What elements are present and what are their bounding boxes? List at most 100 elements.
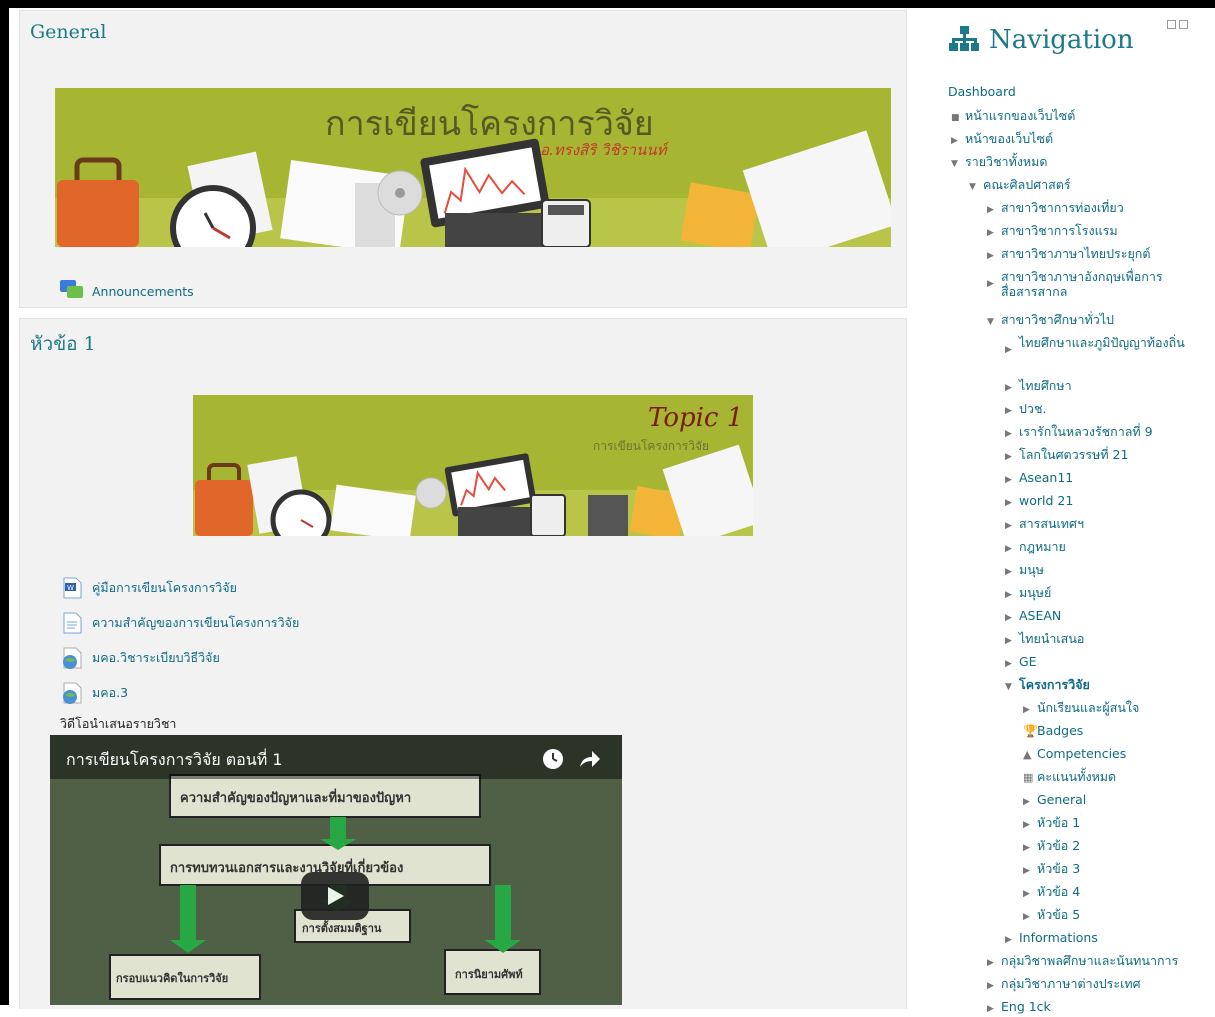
video-line-4: กรอบแนวคิดในการวิจัย	[116, 972, 229, 985]
nav-label: โลกในศตวรรษที่ 21	[1019, 447, 1129, 462]
activity-research-methodology[interactable]: มคอ.วิชาระเบียบวิธีวิจัย	[60, 646, 220, 670]
nav-label: สาขาวิชาการท่องเที่ยว	[1001, 200, 1124, 215]
window-frame-top	[0, 0, 1215, 8]
nav-course-participants[interactable]: ▶ นักเรียนและผู้สนใจ	[1023, 700, 1139, 718]
nav-label: ปวช.	[1019, 401, 1047, 416]
nav-label: ไทยศึกษาและภูมิปัญญาท้องถิ่น	[1019, 335, 1185, 350]
activity-mko3[interactable]: มคอ.3	[60, 681, 128, 705]
nav-course[interactable]: ▶ GE	[1005, 654, 1037, 672]
nav-course[interactable]: ▶ กฎหมาย	[1005, 539, 1066, 557]
nav-label: GE	[1019, 654, 1037, 669]
dock-block-icon[interactable]	[1179, 20, 1188, 29]
expand-arrow-icon: ▶	[1023, 866, 1030, 876]
expand-arrow-icon: ▶	[1023, 912, 1030, 922]
expand-arrow-icon: ▶	[1005, 567, 1012, 577]
youtube-video-embed[interactable]: ความสำคัญของปัญหาและที่มาของปัญหา การทบท…	[50, 735, 622, 1005]
expand-arrow-icon: ▶	[1005, 345, 1012, 355]
nav-course[interactable]: ▶ มนุษ	[1005, 562, 1044, 580]
nav-label: Asean11	[1019, 470, 1074, 485]
video-intro-label: วิดีโอนำเสนอรายวิชา	[60, 716, 177, 731]
nav-site-home[interactable]: ■ หน้าแรกของเว็บไซต์	[951, 108, 1075, 126]
expand-arrow-icon: ▶	[987, 1004, 994, 1014]
trophy-icon: 🏆	[1023, 724, 1038, 738]
expand-arrow-icon: ▶	[987, 228, 994, 238]
nav-course[interactable]: ▶ ASEAN	[1005, 608, 1061, 626]
activity-research-manual[interactable]: W คู่มือการเขียนโครงการวิจัย	[60, 576, 237, 600]
share-icon[interactable]	[578, 749, 600, 773]
nav-group[interactable]: ▶ กลุ่มวิชาภาษาต่างประเทศ	[987, 976, 1141, 994]
video-title[interactable]: การเขียนโครงการวิจัย ตอนที่ 1	[66, 748, 283, 773]
nav-badges[interactable]: 🏆Badges	[1023, 723, 1083, 739]
nav-course[interactable]: ▶ world 21	[1005, 493, 1073, 511]
nav-course[interactable]: ▶ สารสนเทศฯ	[1005, 516, 1084, 534]
nav-course[interactable]: ▶ Asean11	[1005, 470, 1073, 488]
nav-course[interactable]: ▶ ไทยนำเสนอ	[1005, 631, 1084, 649]
nav-section[interactable]: ▶ หัวข้อ 1	[1023, 815, 1080, 833]
nav-dashboard[interactable]: Dashboard	[948, 84, 1016, 99]
nav-group[interactable]: ▶ Eng 1ck	[987, 999, 1051, 1017]
nav-label: สาขาวิชาภาษาไทยประยุกต์	[1001, 246, 1151, 261]
url-globe-icon	[60, 681, 84, 705]
activity-research-importance[interactable]: ความสำคัญของการเขียนโครงการวิจัย	[60, 611, 299, 635]
expand-arrow-icon: ▶	[1005, 935, 1012, 945]
nav-informations[interactable]: ▶ Informations	[1005, 930, 1098, 948]
nav-label: หัวข้อ 4	[1037, 884, 1081, 899]
nav-course[interactable]: ▶ มนุษย์	[1005, 585, 1051, 603]
nav-faculty[interactable]: ▼ คณะศิลปศาสตร์	[969, 177, 1071, 195]
expand-arrow-icon: ▶	[987, 958, 994, 968]
nav-label: Badges	[1037, 723, 1084, 738]
svg-text:W: W	[67, 584, 74, 592]
nav-grades[interactable]: ▦ คะแนนทั้งหมด	[1023, 769, 1116, 785]
nav-label: ไทยศึกษา	[1019, 378, 1072, 393]
watch-later-icon[interactable]	[543, 749, 563, 769]
nav-course[interactable]: ▶ ไทยศึกษาและภูมิปัญญาท้องถิ่น	[1005, 335, 1205, 358]
nav-course[interactable]: ▶ โลกในศตวรรษที่ 21	[1005, 447, 1128, 465]
block-controls[interactable]	[1167, 20, 1188, 29]
nav-course[interactable]: ▶ ไทยศึกษา	[1005, 378, 1072, 396]
nav-site-pages[interactable]: ▶ หน้าของเว็บไซต์	[951, 131, 1053, 149]
collapse-block-icon[interactable]	[1167, 20, 1176, 29]
expand-arrow-icon: ▶	[1005, 429, 1012, 439]
nav-department[interactable]: ▼ สาขาวิชาศึกษาทั่วไป	[987, 312, 1114, 330]
nav-group[interactable]: ▶ กลุ่มวิชาพลศึกษาและนันทนาการ	[987, 953, 1178, 971]
page-icon	[60, 611, 84, 635]
announcements-link[interactable]: Announcements	[60, 279, 194, 303]
collapse-arrow-icon: ▼	[987, 317, 994, 327]
nav-course[interactable]: ▶ เรารักในหลวงรัชกาลที่ 9	[1005, 424, 1153, 442]
collapse-arrow-icon: ▼	[1005, 682, 1012, 692]
section-title-general: General	[30, 21, 107, 43]
nav-label: นักเรียนและผู้สนใจ	[1037, 700, 1140, 715]
expand-arrow-icon: ▶	[951, 136, 958, 146]
nav-department[interactable]: ▶ สาขาวิชาการท่องเที่ยว	[987, 200, 1124, 218]
expand-arrow-icon: ▶	[1023, 843, 1030, 853]
announcements-label: Announcements	[92, 283, 194, 299]
expand-arrow-icon: ▶	[1005, 475, 1012, 485]
sitemap-icon	[949, 24, 979, 56]
nav-section[interactable]: ▶ หัวข้อ 4	[1023, 884, 1080, 902]
nav-department[interactable]: ▶ สาขาวิชาภาษาไทยประยุกต์	[987, 246, 1150, 264]
grades-table-icon: ▦	[1023, 771, 1034, 784]
course-content: General การเขียนโครงการวิจัย อ.ทรงสิริ ว…	[9, 8, 929, 1009]
expand-arrow-icon: ▶	[1023, 705, 1030, 715]
expand-arrow-icon: ▶	[1005, 521, 1012, 531]
navigation-title: Navigation	[989, 25, 1134, 55]
nav-section[interactable]: ▶ หัวข้อ 2	[1023, 838, 1080, 856]
nav-course-current[interactable]: ▼ โครงการวิจัย	[1005, 677, 1090, 695]
nav-department[interactable]: ▶ สาขาวิชาการโรงแรม	[987, 223, 1118, 241]
nav-label: ไทยนำเสนอ	[1019, 631, 1085, 646]
nav-department[interactable]: ▶ สาขาวิชาภาษาอังกฤษเพื่อการสื่อสารสากล	[987, 269, 1192, 299]
play-button[interactable]	[301, 872, 369, 920]
nav-course[interactable]: ▶ ปวช.	[1005, 401, 1046, 419]
bullet-icon: ■	[951, 113, 960, 123]
nav-section[interactable]: ▶ หัวข้อ 3	[1023, 861, 1080, 879]
nav-all-courses[interactable]: ▼ รายวิชาทั้งหมด	[951, 154, 1048, 172]
nav-section[interactable]: ▶ General	[1023, 792, 1086, 810]
nav-competencies[interactable]: ▲ Competencies	[1023, 746, 1126, 762]
forum-icon	[60, 279, 84, 303]
nav-section[interactable]: ▶ หัวข้อ 5	[1023, 907, 1080, 925]
nav-label: world 21	[1019, 493, 1074, 508]
nav-label: สารสนเทศฯ	[1019, 516, 1085, 531]
expand-arrow-icon: ▶	[1005, 590, 1012, 600]
competency-icon: ▲	[1023, 748, 1032, 761]
nav-label: หน้าแรกของเว็บไซต์	[965, 108, 1076, 123]
